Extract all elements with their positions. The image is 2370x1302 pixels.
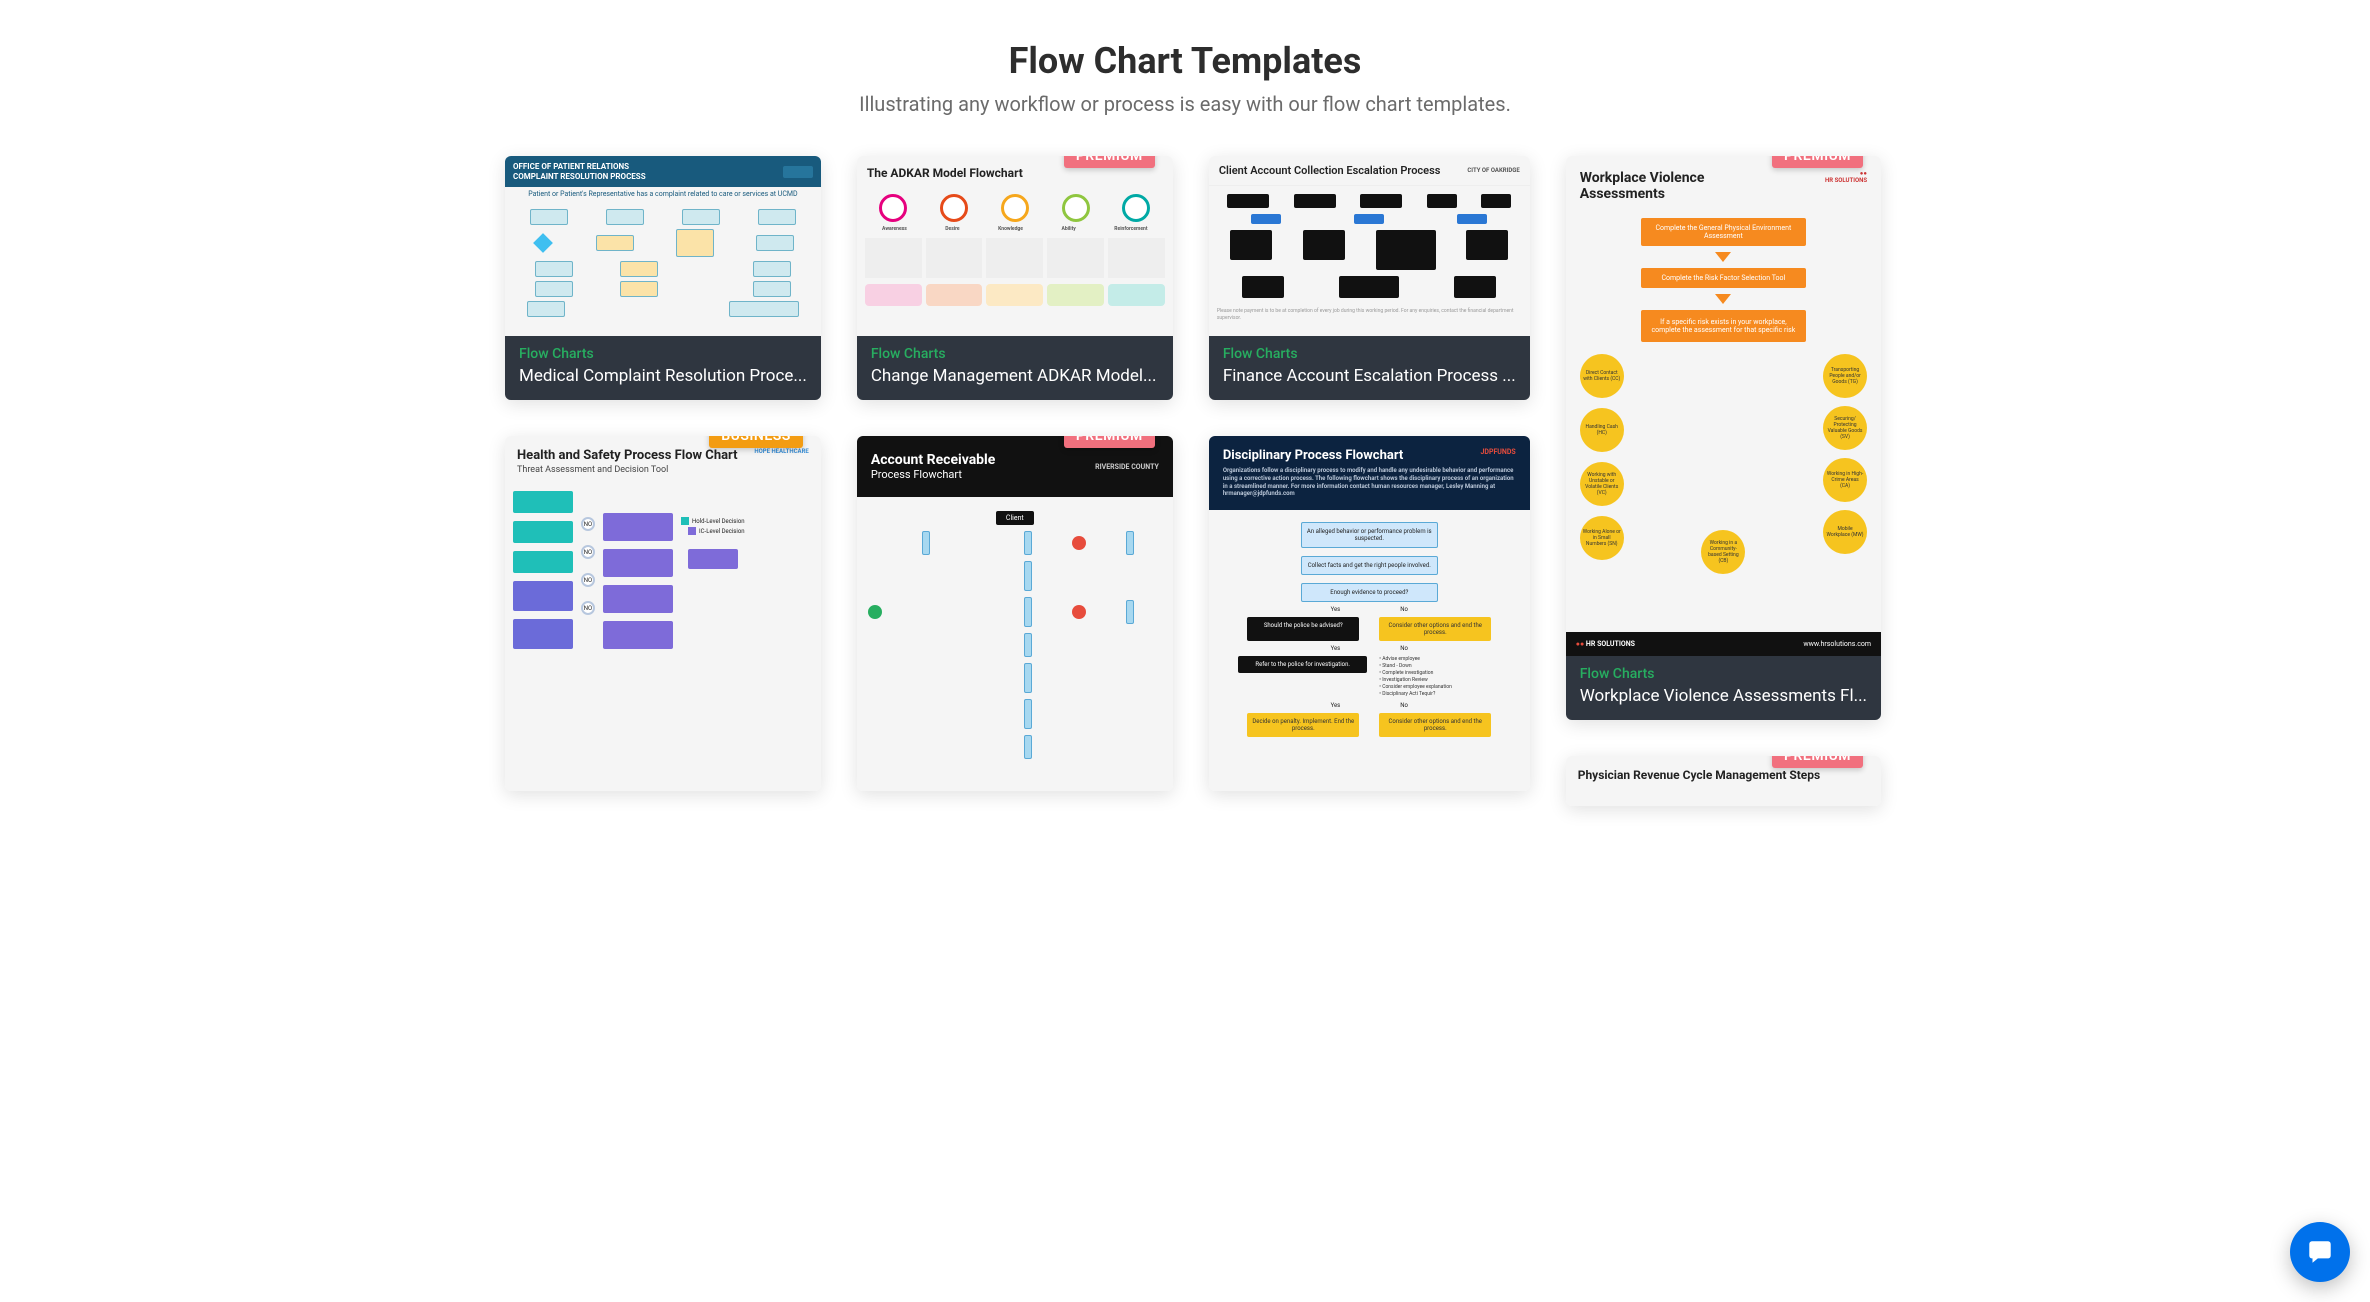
card-category: Flow Charts xyxy=(519,346,807,362)
template-card-medical[interactable]: OFFICE OF PATIENT RELATIONS COMPLAINT RE… xyxy=(505,156,821,400)
thumbnail: OFFICE OF PATIENT RELATIONS COMPLAINT RE… xyxy=(505,156,821,336)
thumbnail: Account Receivable Process Flowchart RIV… xyxy=(857,436,1173,791)
risk-node: Working in High-Crime Areas (CA) xyxy=(1823,458,1867,502)
premium-badge: PREMIUM xyxy=(1772,156,1863,168)
footer-url: www.hrsolutions.com xyxy=(1803,640,1871,648)
card-title: Medical Complaint Resolution Proce... xyxy=(519,366,807,386)
step-box: Complete the Risk Factor Selection Tool xyxy=(1641,268,1806,288)
risk-node: Working with Unstable or Volatile Client… xyxy=(1580,462,1624,506)
premium-badge: PREMIUM xyxy=(1772,756,1863,768)
thumb-header-text: OFFICE OF PATIENT RELATIONS COMPLAINT RE… xyxy=(513,162,646,181)
chat-launcher-button[interactable] xyxy=(2290,1222,2350,1282)
risk-node: Direct Contact with Clients (CC) xyxy=(1580,354,1624,398)
risk-node: Working Alone or in Small Numbers (SN) xyxy=(1580,516,1624,560)
thumb-desc: Organizations follow a disciplinary proc… xyxy=(1223,467,1516,498)
risk-node: Handling Cash (HC) xyxy=(1580,408,1624,452)
thumb-title: Account Receivable xyxy=(871,452,996,468)
no-label: No xyxy=(1400,645,1408,652)
yes-label: Yes xyxy=(1331,645,1341,652)
thumbnail: Workplace Violence Assessments ●●HR SOLU… xyxy=(1566,156,1881,656)
legend-item: IC-Level Decision xyxy=(699,528,745,535)
thumbnail: Disciplinary Process Flowchart JDPFUNDS … xyxy=(1209,436,1530,791)
step-box: Complete the General Physical Environmen… xyxy=(1641,218,1806,246)
card-caption: Flow Charts Workplace Violence Assessmen… xyxy=(1566,656,1881,720)
thumb-subhead: Patient or Patient's Representative has … xyxy=(505,187,821,201)
thumbnail: Client Account Collection Escalation Pro… xyxy=(1209,156,1530,336)
template-card-finance[interactable]: Client Account Collection Escalation Pro… xyxy=(1209,156,1530,400)
risk-node: Working in a Community-based Setting (CB… xyxy=(1701,530,1745,574)
footer-brand: HR SOLUTIONS xyxy=(1586,640,1635,648)
legend-item: Hold-Level Decision xyxy=(692,518,745,525)
yes-label: Yes xyxy=(1331,702,1341,709)
card-title: Change Management ADKAR Model... xyxy=(871,366,1159,386)
thumbnail: The ADKAR Model Flowchart Awareness Desi… xyxy=(857,156,1173,336)
template-card-disciplinary[interactable]: Disciplinary Process Flowchart JDPFUNDS … xyxy=(1209,436,1530,791)
template-card-health[interactable]: BUSINESS Health and Safety Process Flow … xyxy=(505,436,821,791)
template-card-physician[interactable]: PREMIUM Physician Revenue Cycle Manageme… xyxy=(1566,756,1881,806)
thumb-brand: HR SOLUTIONS xyxy=(1825,177,1867,184)
business-badge: BUSINESS xyxy=(709,436,803,448)
premium-badge: PREMIUM xyxy=(1064,436,1155,448)
thumbnail: Health and Safety Process Flow Chart Thr… xyxy=(505,436,821,791)
risk-node: Transporting People and/or Goods (TG) xyxy=(1823,354,1867,398)
chat-icon xyxy=(2305,1237,2335,1267)
thumb-title: Workplace Violence Assessments xyxy=(1566,156,1755,210)
no-label: No xyxy=(1400,702,1408,709)
card-category: Flow Charts xyxy=(871,346,1159,362)
thumb-title: Disciplinary Process Flowchart xyxy=(1223,448,1403,463)
adkar-label: Knowledge xyxy=(998,226,1023,232)
step-box: If a specific risk exists in your workpl… xyxy=(1641,310,1806,342)
yes-label: Yes xyxy=(1331,606,1341,613)
logo-placeholder xyxy=(783,166,813,178)
template-card-adkar[interactable]: PREMIUM The ADKAR Model Flowchart Awaren… xyxy=(857,156,1173,400)
card-caption: Flow Charts Medical Complaint Resolution… xyxy=(505,336,821,400)
risk-node: Mobile Workplace (MW) xyxy=(1823,510,1867,554)
arrow-down-icon xyxy=(1715,294,1731,304)
premium-badge: PREMIUM xyxy=(1064,156,1155,168)
arrow-down-icon xyxy=(1715,252,1731,262)
page-subtitle: Illustrating any workflow or process is … xyxy=(505,92,1865,116)
adkar-label: Awareness xyxy=(882,226,907,232)
heading-block: Flow Chart Templates Illustrating any wo… xyxy=(505,40,1865,116)
template-card-ar[interactable]: PREMIUM Account Receivable Process Flowc… xyxy=(857,436,1173,791)
template-card-violence[interactable]: PREMIUM Workplace Violence Assessments ●… xyxy=(1566,156,1881,720)
thumb-brand: JDPFUNDS xyxy=(1480,448,1515,456)
adkar-label: Ability xyxy=(1061,226,1075,232)
thumb-brand: CITY OF OAKRIDGE xyxy=(1457,159,1529,182)
thumb-brand: RIVERSIDE COUNTY xyxy=(1095,463,1159,471)
card-category: Flow Charts xyxy=(1223,346,1516,362)
card-category: Flow Charts xyxy=(1580,666,1867,682)
card-title: Finance Account Escalation Process ... xyxy=(1223,366,1516,386)
adkar-label: Reinforcement xyxy=(1114,226,1147,232)
no-label: No xyxy=(1400,606,1408,613)
thumb-title: Client Account Collection Escalation Pro… xyxy=(1209,156,1451,185)
thumb-subtitle: Process Flowchart xyxy=(871,468,996,481)
card-title: Workplace Violence Assessments Fl... xyxy=(1580,686,1867,706)
template-grid: OFFICE OF PATIENT RELATIONS COMPLAINT RE… xyxy=(505,156,1865,806)
risk-node: Securing/ Protecting Valuable Goods (SV) xyxy=(1823,406,1867,450)
client-box: Client xyxy=(996,511,1034,525)
adkar-label: Desire xyxy=(945,226,959,232)
card-caption: Flow Charts Change Management ADKAR Mode… xyxy=(857,336,1173,400)
thumb-subtitle: Threat Assessment and Decision Tool xyxy=(505,465,750,483)
card-caption: Flow Charts Finance Account Escalation P… xyxy=(1209,336,1530,400)
page-title: Flow Chart Templates xyxy=(505,40,1865,82)
